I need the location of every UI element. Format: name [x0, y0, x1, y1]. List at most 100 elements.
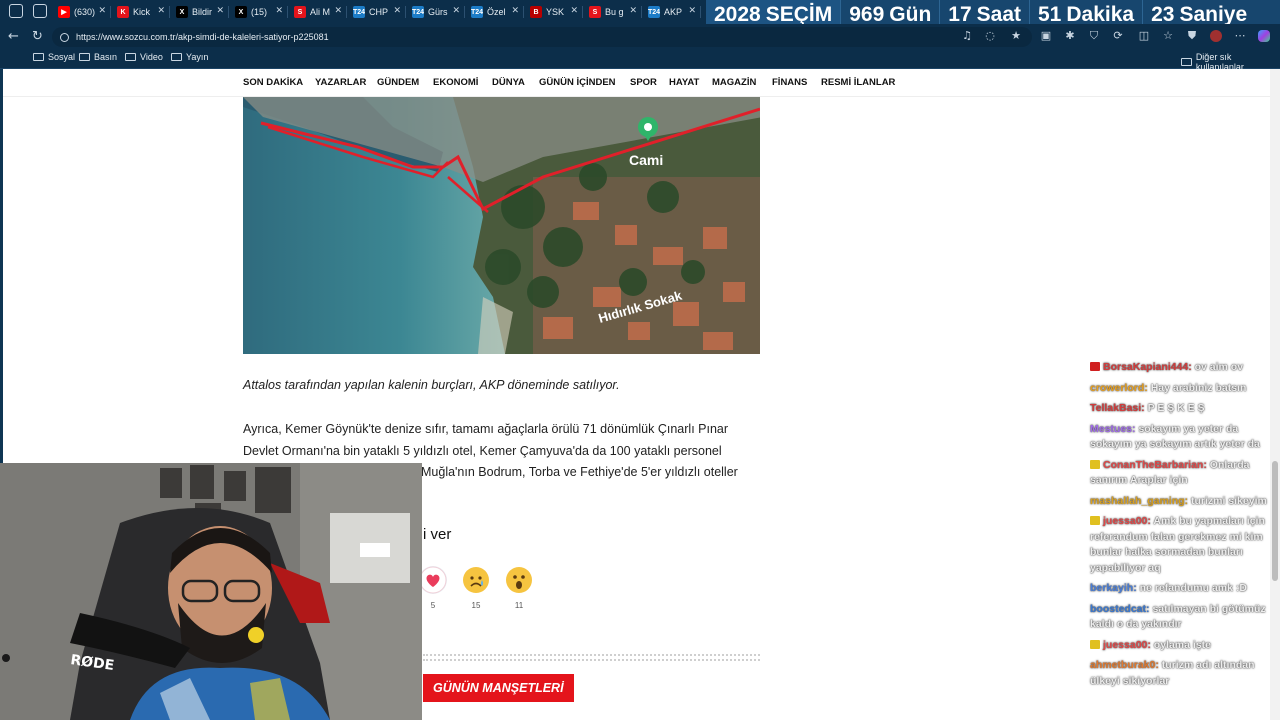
- bookmarks-bar: Sosyal Basın Video Yayın Diğer sık kulla…: [0, 49, 1280, 72]
- news-icon: S: [294, 6, 306, 18]
- browser-essentials-icon[interactable]: ⛊: [1186, 30, 1198, 42]
- reader-icon[interactable]: ◌: [984, 30, 996, 42]
- nav-item[interactable]: DÜNYA: [492, 77, 525, 88]
- close-icon[interactable]: ✕: [511, 6, 519, 16]
- nav-item[interactable]: GÜNÜN İÇİNDEN: [539, 77, 616, 88]
- browser-tab[interactable]: T24 Özel ✕: [465, 0, 524, 24]
- browser-tab[interactable]: B YSK ✕: [524, 0, 583, 24]
- paragraph-line: Ayrıca, Kemer Göynük'te denize sıfır, ta…: [243, 422, 729, 436]
- url-text[interactable]: https://www.sozcu.com.tr/akp-simdi-de-ka…: [76, 32, 329, 42]
- close-icon[interactable]: ✕: [393, 6, 401, 16]
- chat-text: P E Ş K E Ş: [1147, 402, 1205, 414]
- heart-count: 5: [430, 601, 436, 610]
- chat-message: boostedcat: satılmayan bi götümüz kaldı …: [1090, 602, 1270, 633]
- close-icon[interactable]: ✕: [452, 6, 460, 16]
- bookmark-folder-video[interactable]: Video: [125, 52, 163, 62]
- extension-icon[interactable]: ▣: [1040, 30, 1052, 42]
- notification-icon[interactable]: ♫: [961, 30, 973, 42]
- browser-tab[interactable]: T24 CHP ✕: [347, 0, 406, 24]
- page-scrollbar[interactable]: [1270, 69, 1280, 720]
- chat-message: crowerlord: Hay arabiniz batsın: [1090, 381, 1270, 397]
- workspaces-icon[interactable]: [9, 4, 23, 18]
- chat-message: ahmetburak0: turizm adı altından ülkeyi …: [1090, 658, 1270, 689]
- folder-icon: [171, 53, 182, 61]
- favorites-icon[interactable]: ☆: [1162, 30, 1174, 42]
- site-navigation: SON DAKİKA YAZARLAR GÜNDEM EKONOMİ DÜNYA GÜNÜ…: [3, 69, 1270, 97]
- copilot-icon[interactable]: [1258, 30, 1270, 42]
- browser-tab[interactable]: S Ali M ✕: [288, 0, 347, 24]
- nav-item[interactable]: MAGAZİN: [712, 77, 756, 88]
- chat-username: boostedcat:: [1090, 602, 1150, 615]
- browser-tab[interactable]: X (15) ✕: [229, 0, 288, 24]
- map-label-cami: Cami: [629, 152, 663, 168]
- folder-icon: [125, 53, 136, 61]
- folder-icon: [1181, 58, 1192, 66]
- nav-item[interactable]: FİNANS: [772, 77, 807, 88]
- chat-badge-icon: [1090, 516, 1100, 525]
- close-icon[interactable]: ✕: [157, 6, 165, 16]
- bbc-icon: B: [530, 6, 542, 18]
- browser-tab[interactable]: S Bu g ✕: [583, 0, 642, 24]
- chat-text: Hay arabiniz batsın: [1150, 381, 1247, 394]
- chat-message: ConanTheBarbarian: Onlarda sanırım Arapl…: [1090, 458, 1270, 489]
- favorite-star-icon[interactable]: ★: [1010, 30, 1022, 42]
- close-icon[interactable]: ✕: [629, 6, 637, 16]
- close-icon[interactable]: ✕: [334, 6, 342, 16]
- close-icon[interactable]: ✕: [216, 6, 224, 16]
- close-icon[interactable]: ✕: [98, 6, 106, 16]
- browser-tab[interactable]: T24 AKP ✕: [642, 0, 701, 24]
- nav-item[interactable]: RESMİ İLANLAR: [821, 77, 895, 88]
- bookmark-folder-yayin[interactable]: Yayın: [171, 52, 208, 62]
- browser-tab[interactable]: T24 Gürs ✕: [406, 0, 465, 24]
- scrollbar-thumb[interactable]: [1272, 461, 1278, 581]
- chat-badge-icon: [1090, 639, 1100, 649]
- image-caption: Attalos tarafından yapılan kalenin burçl…: [243, 378, 620, 392]
- bookmark-folder-basin[interactable]: Basın: [79, 52, 117, 62]
- folder-icon: [79, 53, 90, 61]
- profile-avatar[interactable]: [1210, 30, 1222, 42]
- bookmark-label: Yayın: [186, 52, 209, 62]
- t24-icon: T24: [471, 6, 483, 18]
- heart-reaction-button[interactable]: [419, 566, 447, 594]
- sad-reaction-button[interactable]: [462, 566, 490, 594]
- folder-icon: [33, 53, 44, 61]
- nav-item[interactable]: SON DAKİKA: [243, 77, 303, 88]
- bookmark-folder-sosyal[interactable]: Sosyal: [33, 52, 75, 62]
- more-menu-icon[interactable]: ⋯: [1234, 30, 1246, 42]
- webcam-feed: RØDE: [0, 463, 422, 720]
- site-info-icon[interactable]: [60, 32, 69, 42]
- chat-text: oylama işte: [1153, 638, 1211, 651]
- t24-icon: T24: [412, 6, 424, 18]
- browser-tab[interactable]: ▶ (630) ✕: [52, 0, 111, 24]
- bookmark-label: Video: [140, 52, 163, 62]
- back-icon[interactable]: ←: [8, 29, 19, 44]
- tab-actions-icon[interactable]: [33, 4, 47, 18]
- bookmark-label: Sosyal: [48, 52, 76, 62]
- nav-item[interactable]: HAYAT: [669, 77, 699, 88]
- close-icon[interactable]: ✕: [570, 6, 578, 16]
- nav-item[interactable]: EKONOMİ: [433, 77, 478, 88]
- address-bar[interactable]: https://www.sozcu.com.tr/akp-simdi-de-ka…: [52, 27, 1032, 47]
- chat-username: ahmetburak0:: [1090, 659, 1159, 671]
- nav-item[interactable]: GÜNDEM: [377, 77, 419, 88]
- browser-tab[interactable]: X Bildir ✕: [170, 0, 229, 24]
- close-icon[interactable]: ✕: [275, 6, 283, 16]
- reload-icon[interactable]: ↻: [32, 29, 43, 44]
- headlines-section-title[interactable]: GÜNÜN MANŞETLERİ: [423, 674, 574, 702]
- chat-username: juessa00:: [1103, 515, 1151, 527]
- chat-message: BorsaKapiani444: ov aim ov: [1090, 360, 1270, 376]
- surprised-reaction-button[interactable]: [505, 566, 533, 594]
- refresh-extension-icon[interactable]: ⟳: [1112, 30, 1124, 42]
- paragraph-line: Devlet Ormanı'na bin yataklı 5 yıldızlı …: [243, 443, 722, 458]
- t24-icon: T24: [648, 6, 660, 18]
- browser-tab[interactable]: K Kick ✕: [111, 0, 170, 24]
- reaction-heading: i ver: [423, 526, 452, 543]
- t24-icon: T24: [353, 6, 365, 18]
- nav-item[interactable]: SPOR: [630, 77, 657, 88]
- extension-icon[interactable]: ✱: [1064, 30, 1076, 42]
- close-icon[interactable]: ✕: [688, 6, 696, 16]
- split-screen-icon[interactable]: ◫: [1138, 30, 1150, 42]
- shield-icon[interactable]: ⛉: [1088, 30, 1100, 42]
- sad-face-icon: [463, 567, 489, 593]
- nav-item[interactable]: YAZARLAR: [315, 77, 366, 88]
